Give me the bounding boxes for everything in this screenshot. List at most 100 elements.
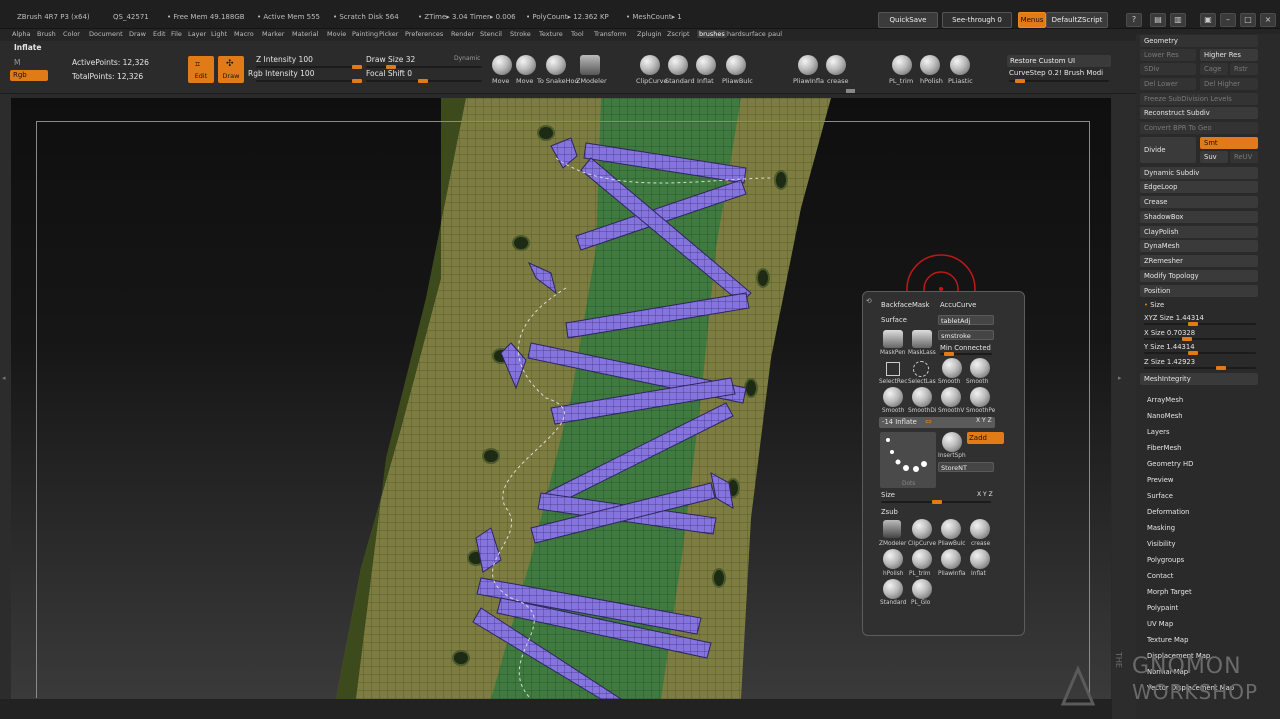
smooth3-icon[interactable]: [883, 387, 903, 407]
inflate-slider[interactable]: -14 Inflate X Y Z ⇔: [879, 417, 995, 428]
menus-button[interactable]: Menus: [1018, 12, 1046, 28]
menu-item[interactable]: File: [171, 30, 182, 38]
smstroke-button[interactable]: smstroke: [938, 330, 994, 340]
draw-size-label[interactable]: Draw Size 32: [366, 55, 415, 64]
menu-item[interactable]: Material: [292, 30, 318, 38]
del-lower-button[interactable]: Del Lower: [1140, 78, 1196, 90]
subpalette-fibermesh[interactable]: FiberMesh: [1147, 444, 1182, 452]
freeze-subdivision-button[interactable]: Freeze SubDivision Levels: [1140, 93, 1258, 105]
z-size-track[interactable]: [1144, 366, 1256, 370]
edit-button[interactable]: ⌗ Edit: [188, 56, 214, 83]
divide-button[interactable]: Divide: [1140, 137, 1196, 163]
dynamesh-button[interactable]: DynaMesh: [1140, 240, 1258, 252]
z-intensity-slider[interactable]: [256, 65, 362, 69]
curvestep-track[interactable]: [1009, 79, 1109, 83]
layout2-icon[interactable]: ▥: [1170, 13, 1186, 27]
rgb-intensity-slider[interactable]: [256, 79, 362, 83]
crease-button[interactable]: Crease: [1140, 196, 1258, 208]
menu-item-active[interactable]: brushes: [697, 30, 727, 38]
geometry-header[interactable]: Geometry: [1140, 35, 1258, 47]
popup-close-icon[interactable]: ⟲: [866, 297, 872, 305]
min-connected-track[interactable]: [940, 352, 992, 356]
y-size-track[interactable]: [1144, 351, 1256, 355]
higher-res-button[interactable]: Higher Res: [1200, 49, 1258, 61]
menu-item[interactable]: Zplugin: [637, 30, 662, 38]
reconstruct-subdiv-button[interactable]: Reconstruct Subdiv: [1140, 107, 1258, 119]
brush-crease-icon[interactable]: [826, 55, 846, 75]
menu-item[interactable]: Document: [89, 30, 123, 38]
dynamic-toggle[interactable]: Dynamic: [454, 55, 480, 62]
menu-item[interactable]: Draw: [129, 30, 146, 38]
subpalette-contact[interactable]: Contact: [1147, 572, 1173, 580]
brush-move-icon[interactable]: [492, 55, 512, 75]
brush-pl-trim-icon[interactable]: [892, 55, 912, 75]
min-connected-slider[interactable]: Min Connected: [940, 344, 991, 352]
quicksave-button[interactable]: QuickSave: [878, 12, 938, 28]
size-header[interactable]: • Size: [1140, 299, 1258, 311]
menu-item[interactable]: Texture: [539, 30, 563, 38]
brush-snakehook-icon[interactable]: [546, 55, 566, 75]
subpalette-texture-map[interactable]: Texture Map: [1147, 636, 1188, 644]
menu-item[interactable]: Picker: [379, 30, 398, 38]
menu-item[interactable]: Zscript: [667, 30, 690, 38]
xyz-size-track[interactable]: [1144, 322, 1256, 326]
menu-item[interactable]: Alpha: [12, 30, 30, 38]
left-tray-arrow-icon[interactable]: ◂: [2, 374, 6, 382]
draw-size-slider[interactable]: [366, 65, 482, 69]
suv-toggle[interactable]: Suv: [1200, 151, 1228, 163]
brush-pliawbulc-icon[interactable]: [726, 55, 746, 75]
pl-glo-icon[interactable]: [912, 579, 932, 599]
brush-standard-icon[interactable]: [668, 55, 688, 75]
storemt-button[interactable]: StoreNT: [938, 462, 994, 472]
crease-icon[interactable]: [970, 519, 990, 539]
zsub-toggle[interactable]: Zsub: [881, 508, 898, 516]
hpolish-icon[interactable]: [883, 549, 903, 569]
subpalette-surface[interactable]: Surface: [1147, 492, 1173, 500]
menu-item[interactable]: Stroke: [510, 30, 531, 38]
subpalette-polygroups[interactable]: Polygroups: [1147, 556, 1184, 564]
dots-stroke-icon[interactable]: Dots: [880, 432, 936, 488]
subpalette-deformation[interactable]: Deformation: [1147, 508, 1189, 516]
lock-icon[interactable]: ▣: [1200, 13, 1216, 27]
focal-shift-label[interactable]: Focal Shift 0: [366, 69, 412, 78]
position-button[interactable]: Position: [1140, 285, 1258, 297]
right-tray-arrow-icon[interactable]: ▸: [1118, 374, 1122, 382]
smt-toggle[interactable]: Smt: [1200, 137, 1258, 149]
close-icon[interactable]: ×: [1260, 13, 1276, 27]
rgb-toggle[interactable]: Rgb: [10, 70, 48, 81]
dynamic-subdiv-button[interactable]: Dynamic Subdiv: [1140, 167, 1258, 179]
brush-clipcurve-icon[interactable]: [640, 55, 660, 75]
surface-toggle[interactable]: Surface: [881, 316, 907, 324]
z-intensity-label[interactable]: Z Intensity 100: [256, 55, 313, 64]
menu-item[interactable]: Edit: [153, 30, 166, 38]
subpalette-geometry-hd[interactable]: Geometry HD: [1147, 460, 1193, 468]
brush-pliawinfla-icon[interactable]: [798, 55, 818, 75]
menu-item[interactable]: Brush: [37, 30, 56, 38]
menu-item[interactable]: Macro: [234, 30, 254, 38]
subpalette-nanomesh[interactable]: NanoMesh: [1147, 412, 1183, 420]
size-slider-label[interactable]: Size: [881, 491, 895, 499]
menu-item[interactable]: Layer: [188, 30, 206, 38]
subpalette-polypaint[interactable]: Polypaint: [1147, 604, 1178, 612]
brush-pliastic-icon[interactable]: [950, 55, 970, 75]
rstr-button[interactable]: Rstr: [1230, 63, 1258, 75]
brush-inflat-icon[interactable]: [696, 55, 716, 75]
pliawbulc-icon[interactable]: [941, 519, 961, 539]
claypolish-button[interactable]: ClayPolish: [1140, 226, 1258, 238]
smoothpe-icon[interactable]: [970, 387, 990, 407]
subpalette-arraymesh[interactable]: ArrayMesh: [1147, 396, 1183, 404]
brush-move2-icon[interactable]: [516, 55, 536, 75]
pl-trim-icon[interactable]: [912, 549, 932, 569]
menu-item[interactable]: Preferences: [405, 30, 443, 38]
subpalette-morph-target[interactable]: Morph Target: [1147, 588, 1192, 596]
focal-shift-slider[interactable]: [366, 79, 482, 83]
restore-custom-ui-button[interactable]: Restore Custom UI: [1007, 55, 1111, 67]
meshintegrity-button[interactable]: MeshIntegrity: [1140, 373, 1258, 385]
subpalette-masking[interactable]: Masking: [1147, 524, 1175, 532]
rgb-intensity-label[interactable]: Rgb Intensity 100: [248, 69, 314, 78]
zmodeler-icon[interactable]: [883, 520, 901, 538]
menu-item[interactable]: Render: [451, 30, 474, 38]
menu-item[interactable]: paul: [768, 30, 782, 38]
standard-icon[interactable]: [883, 579, 903, 599]
maskpen-icon[interactable]: [883, 330, 903, 348]
